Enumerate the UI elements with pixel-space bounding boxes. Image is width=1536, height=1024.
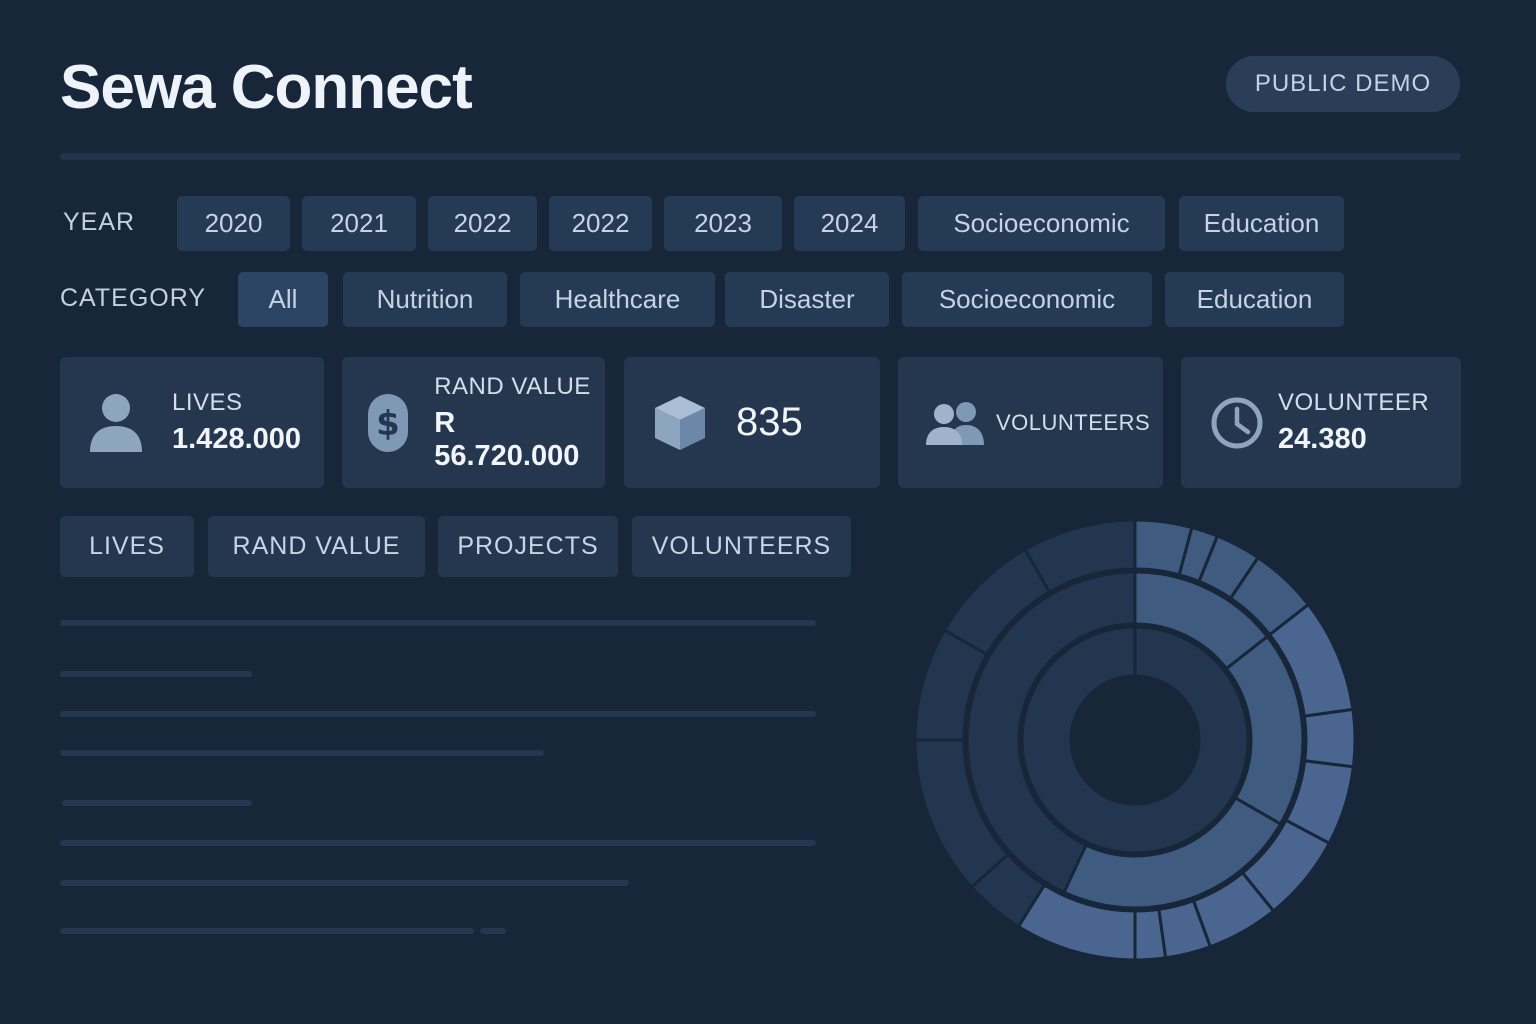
category-chip-healthcare[interactable]: Healthcare [520,272,715,327]
placeholder-line [60,928,474,934]
year-chip-2022-b[interactable]: 2022 [549,196,652,251]
placeholder-line [62,800,252,806]
lives-label: LIVES [172,389,243,416]
year-chip-2020[interactable]: 2020 [177,196,290,251]
placeholder-line [60,880,629,886]
public-demo-badge: PUBLIC DEMO [1226,56,1460,112]
stat-card-projects: 835 [624,357,880,488]
clock-icon [1181,396,1278,450]
placeholder-line [60,671,252,677]
tab-volunteers[interactable]: VOLUNTEERS [632,516,851,577]
year-chip-education[interactable]: Education [1179,196,1344,251]
category-chip-nutrition[interactable]: Nutrition [343,272,507,327]
year-chip-2022[interactable]: 2022 [428,196,537,251]
svg-text:$: $ [376,404,400,444]
person-icon [60,392,172,454]
sunburst-outer-segment [1133,907,1168,962]
rand-value-label: RAND VALUE [434,372,591,400]
category-filter-label: CATEGORY [60,284,206,312]
rand-value-amount: R 56.720.000 [434,406,580,472]
app-title: Sewa Connect [60,53,473,122]
year-chip-socioeconomic[interactable]: Socioeconomic [918,196,1165,251]
stat-card-volunteers: VOLUNTEERS [898,357,1163,488]
year-filter-label: YEAR [63,208,136,236]
stat-card-lives: LIVES 1.428.000 [60,357,324,488]
lives-value: 1.428.000 [172,423,302,455]
year-chip-2023[interactable]: 2023 [664,196,782,251]
sunburst-chart [913,518,1357,962]
box-icon [624,394,736,452]
year-chip-2024[interactable]: 2024 [794,196,905,251]
sunburst-outer-segment [1302,707,1357,769]
dollar-icon: $ [342,392,434,454]
sunburst-inner-segment [1020,625,1250,855]
placeholder-line [60,711,816,717]
tab-rand-value[interactable]: RAND VALUE [208,516,425,577]
tab-projects[interactable]: PROJECTS [438,516,618,577]
tab-lives[interactable]: LIVES [60,516,194,577]
stat-card-volunteer-hours: VOLUNTEER 24.380 [1181,357,1461,488]
category-chip-socioeconomic[interactable]: Socioeconomic [902,272,1152,327]
stat-card-rand-value: $ RAND VALUE R 56.720.000 [342,357,605,488]
header-divider [60,153,1461,160]
volunteers-label: VOLUNTEERS [996,409,1151,435]
placeholder-line [60,750,544,756]
volunteer-hours-value: 24.380 [1278,423,1367,455]
category-chip-all[interactable]: All [238,272,328,327]
placeholder-line [60,840,816,846]
placeholder-line [480,928,506,934]
projects-value: 835 [736,400,803,444]
people-icon [898,401,996,445]
year-chip-2021[interactable]: 2021 [302,196,416,251]
volunteer-hours-label: VOLUNTEER [1278,389,1430,416]
placeholder-line [60,620,816,626]
category-chip-education[interactable]: Education [1165,272,1344,327]
category-chip-disaster[interactable]: Disaster [725,272,889,327]
